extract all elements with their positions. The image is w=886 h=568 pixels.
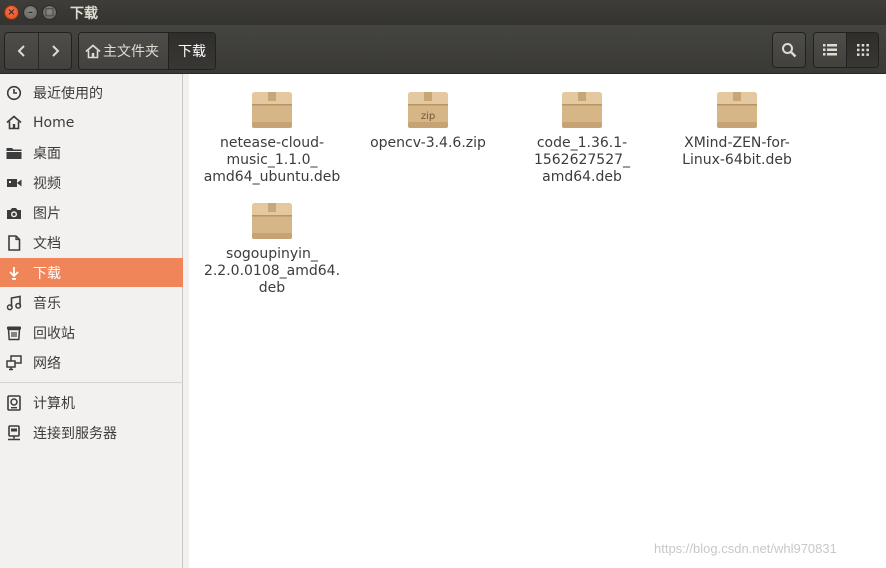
breadcrumb-home-label: 主文件夹 xyxy=(103,44,159,60)
back-button[interactable] xyxy=(5,33,38,69)
sidebar-item-label: 文档 xyxy=(33,235,61,252)
document-icon xyxy=(6,234,22,251)
file-name: opencv-3.4.6.zip xyxy=(370,135,486,151)
server-icon xyxy=(6,424,22,441)
sidebar-item-label: 图片 xyxy=(33,205,61,222)
sidebar-item-network[interactable]: 网络 xyxy=(0,348,183,377)
sidebar-item-home[interactable]: Home xyxy=(0,108,183,137)
sidebar-item-recent[interactable]: 最近使用的 xyxy=(0,78,183,107)
sidebar-item-label: 下载 xyxy=(33,265,61,282)
forward-button[interactable] xyxy=(38,33,71,69)
sidebar-item-videos[interactable]: 视频 xyxy=(0,168,183,197)
minimize-icon: – xyxy=(28,6,33,18)
close-window-button[interactable]: × xyxy=(4,5,19,20)
grid-view-icon xyxy=(856,44,869,56)
sidebar-item-label: 桌面 xyxy=(33,145,61,162)
music-icon xyxy=(6,295,22,311)
sidebar-item-pictures[interactable]: 图片 xyxy=(0,198,183,227)
close-icon: × xyxy=(7,6,16,18)
sidebar-item-label: 网络 xyxy=(33,355,61,372)
clock-icon xyxy=(6,85,22,101)
file-item[interactable]: sogoupinyin_ 2.2.0.0108_amd64. deb xyxy=(198,200,346,297)
minimize-window-button[interactable]: – xyxy=(23,5,38,20)
sidebar-item-documents[interactable]: 文档 xyxy=(0,228,183,257)
sidebar-item-computer[interactable]: 计算机 xyxy=(0,388,183,417)
file-name: XMind-ZEN-for- Linux-64bit.deb xyxy=(682,135,792,168)
breadcrumb-home[interactable]: 主文件夹 xyxy=(79,33,168,69)
file-item[interactable]: zip opencv-3.4.6.zip xyxy=(354,89,502,152)
file-item[interactable]: netease-cloud- music_1.1.0_ amd64_ubuntu… xyxy=(198,89,346,186)
file-name: sogoupinyin_ 2.2.0.0108_amd64. deb xyxy=(203,246,341,296)
sidebar-item-trash[interactable]: 回收站 xyxy=(0,318,183,347)
navigation-buttons xyxy=(4,32,72,70)
computer-icon xyxy=(6,394,22,411)
trash-icon xyxy=(6,325,22,341)
sidebar-item-label: 计算机 xyxy=(33,395,75,412)
file-name: code_1.36.1- 1562627527_ amd64.deb xyxy=(533,135,631,185)
search-icon xyxy=(782,43,797,58)
search-button[interactable] xyxy=(772,32,806,68)
package-icon xyxy=(252,203,292,239)
sidebar-item-label: 回收站 xyxy=(33,325,75,342)
file-item[interactable]: code_1.36.1- 1562627527_ amd64.deb xyxy=(508,89,656,186)
list-view-button[interactable] xyxy=(814,33,846,67)
watermark: https://blog.csdn.net/whl970831 xyxy=(654,541,837,556)
breadcrumb-current-label: 下载 xyxy=(178,44,206,60)
sidebar-item-label: 连接到服务器 xyxy=(33,425,117,442)
package-icon xyxy=(252,92,292,128)
package-icon xyxy=(717,92,757,128)
sidebar-item-label: 音乐 xyxy=(33,295,61,312)
sidebar-item-label: Home xyxy=(33,114,75,131)
breadcrumb-current[interactable]: 下载 xyxy=(168,33,215,69)
sidebar-item-desktop[interactable]: 桌面 xyxy=(0,138,183,167)
file-view: netease-cloud- music_1.1.0_ amd64_ubuntu… xyxy=(189,74,886,568)
zip-package-icon: zip xyxy=(408,92,448,128)
maximize-icon: □ xyxy=(44,6,55,18)
file-name: netease-cloud- music_1.1.0_ amd64_ubuntu… xyxy=(203,135,341,185)
home-icon xyxy=(85,43,101,59)
file-item[interactable]: XMind-ZEN-for- Linux-64bit.deb xyxy=(663,89,811,169)
breadcrumb: 主文件夹 下载 xyxy=(78,32,216,70)
title-bar: × – □ 下载 xyxy=(0,0,886,25)
chevron-right-icon xyxy=(52,45,60,57)
network-icon xyxy=(6,354,22,371)
home-icon xyxy=(6,115,22,131)
download-icon xyxy=(6,265,22,281)
zip-badge: zip xyxy=(421,111,435,122)
camera-icon xyxy=(6,205,22,221)
video-icon xyxy=(6,175,22,191)
sidebar: 最近使用的 Home 桌面 视频 图片 文档 下载 音乐 回收站 网络 计算机 xyxy=(0,74,183,568)
maximize-window-button[interactable]: □ xyxy=(42,5,57,20)
folder-icon xyxy=(6,145,22,161)
sidebar-item-downloads[interactable]: 下载 xyxy=(0,258,183,287)
chevron-left-icon xyxy=(17,45,25,57)
list-view-icon xyxy=(823,44,837,56)
sidebar-item-label: 最近使用的 xyxy=(33,85,103,102)
sidebar-item-connect-server[interactable]: 连接到服务器 xyxy=(0,418,183,447)
sidebar-item-music[interactable]: 音乐 xyxy=(0,288,183,317)
grid-view-button[interactable] xyxy=(846,33,878,67)
sidebar-item-label: 视频 xyxy=(33,175,61,192)
view-mode-buttons xyxy=(813,32,879,68)
toolbar: 主文件夹 下载 xyxy=(0,25,886,74)
sidebar-divider xyxy=(0,382,183,383)
window-title: 下载 xyxy=(70,5,98,22)
package-icon xyxy=(562,92,602,128)
